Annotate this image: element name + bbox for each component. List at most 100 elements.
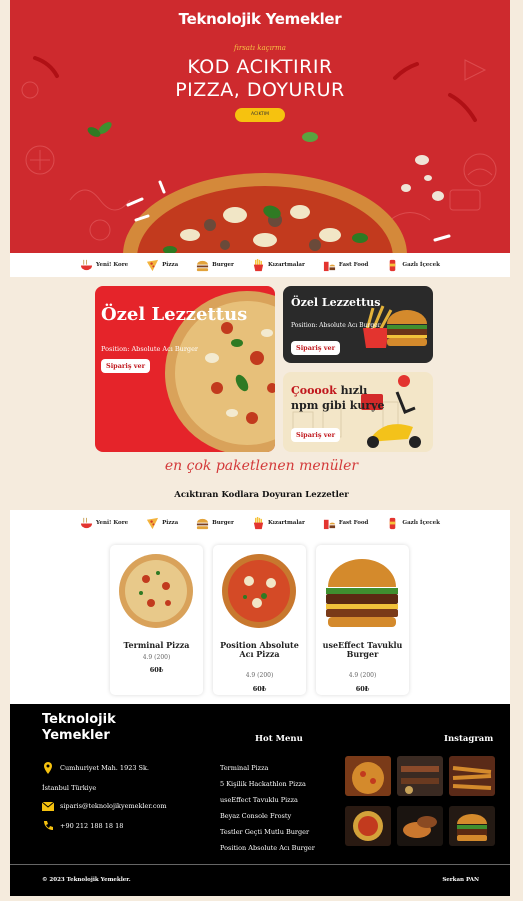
instagram-photo[interactable]: [345, 806, 391, 846]
category-label: Kızartmalar: [267, 262, 305, 268]
instagram-photo[interactable]: [449, 756, 495, 796]
soda-can-icon: [390, 517, 396, 529]
product-price: 60₺: [252, 685, 267, 693]
product-name: Terminal Pizza: [123, 640, 190, 650]
product-price: 60₺: [149, 666, 164, 674]
promo-dark-subtitle: Position: Absolute Acı Burger: [291, 322, 381, 329]
promo-card-courier: Çooook hızlı npm gibi kurye Sipariş ver: [283, 372, 433, 452]
instagram-photo[interactable]: [397, 806, 443, 846]
hero-banner: Teknolojik Yemekler fırsatı kaçırma KOD …: [10, 0, 510, 253]
category-label: Gazlı İçecek: [402, 520, 440, 526]
category-nav: Yeni! Kore Pizza Burger Kızartmalar Fast…: [10, 253, 510, 277]
footer-menu-heading: Hot Menu: [255, 734, 303, 744]
promo-dark-title: Özel Lezzettus: [291, 296, 381, 309]
footer-logo-line2: Yemekler: [42, 728, 110, 743]
fast-food-icon: [323, 519, 335, 529]
pizza-slice-icon: [147, 259, 159, 271]
product-card[interactable]: useEffect Tavuklu Burger 4.9 (200) 60₺: [316, 545, 409, 695]
promo-card-large: Özel Lezzettus Position: Absolute Acı Bu…: [95, 286, 275, 452]
category-filter-tabs: Yeni! Kore Pizza Burger Kızartmalar Fast…: [10, 510, 510, 536]
promo-courier-title-line2: npm gibi kurye: [291, 399, 385, 412]
footer-address-line2: İstanbul Türkiye: [42, 784, 97, 792]
section-script-title: en çok paketlenen menüler: [164, 458, 359, 474]
fries-icon: [253, 258, 264, 271]
product-image: [326, 559, 398, 627]
footer-email[interactable]: siparis@teknolojikyemekler.com: [42, 800, 167, 812]
ramen-bowl-icon: [80, 517, 93, 528]
footer-menu-item[interactable]: Beyaz Console Frosty: [220, 812, 291, 820]
footer-logo-line1: Teknolojik: [42, 712, 116, 727]
instagram-photo[interactable]: [449, 806, 495, 846]
email-icon: [42, 801, 54, 811]
footer-menu-item[interactable]: useEffect Tavuklu Pizza: [220, 796, 298, 804]
category-label: Yeni! Kore: [96, 262, 129, 268]
hero-headline-line2: PIZZA, DOYURUR: [175, 79, 345, 101]
phone-icon: [44, 821, 53, 830]
burger-icon: [197, 518, 209, 529]
fries-icon: [253, 516, 264, 529]
category-label: Gazlı İçecek: [402, 262, 440, 268]
category-label: Yeni! Kore: [96, 520, 129, 526]
product-card[interactable]: Position Absolute Acı Pizza 4.9 (200) 60…: [213, 545, 306, 695]
category-label: Pizza: [162, 262, 179, 268]
category-gazli-icecek[interactable]: Gazlı İçecek: [386, 517, 440, 530]
promo-dark-order-button[interactable]: Sipariş ver: [291, 341, 341, 355]
category-burger[interactable]: Burger: [196, 517, 234, 530]
hero-illustration: [21, 56, 497, 253]
category-burger[interactable]: Burger: [196, 259, 234, 272]
category-fast-food[interactable]: Fast Food: [323, 517, 369, 530]
promo-large-subtitle: Position: Absolute Acı Burger: [101, 345, 199, 353]
category-label: Fast Food: [338, 520, 369, 526]
section-subtitle: Acıktıran Kodlara Doyuran Lezzetler: [174, 490, 349, 500]
footer-menu-item[interactable]: Position Absolute Acı Burger: [220, 844, 315, 852]
footer-menu-item[interactable]: 5 Kişilik Hackathlon Pizza: [220, 780, 306, 788]
hero-logo: Teknolojik Yemekler: [178, 10, 342, 28]
instagram-photo[interactable]: [345, 756, 391, 796]
aciktim-button[interactable]: ACIKTIM: [235, 108, 285, 122]
category-yeni-kore[interactable]: Yeni! Kore: [80, 259, 128, 272]
site-footer: Teknolojik Yemekler Cumhuriyet Mah. 1923…: [10, 704, 510, 896]
footer-divider: [10, 864, 510, 865]
product-rating: 4.9 (200): [348, 672, 377, 679]
footer-email-text: siparis@teknolojikyemekler.com: [60, 802, 167, 810]
product-image: [222, 554, 296, 628]
promo-large-order-button[interactable]: Sipariş ver: [101, 359, 151, 373]
footer-copyright: © 2023 Teknolojik Yemekler.: [42, 877, 131, 883]
footer-phone[interactable]: +90 212 188 18 18: [42, 820, 123, 832]
footer-phone-text: +90 212 188 18 18: [60, 822, 124, 830]
promo-courier-title: Çooook hızlı: [291, 384, 367, 397]
product-card[interactable]: Terminal Pizza 4.9 (200) 60₺: [110, 545, 203, 695]
promo-courier-order-button[interactable]: Sipariş ver: [291, 428, 341, 442]
category-label: Burger: [212, 262, 234, 268]
category-yeni-kore[interactable]: Yeni! Kore: [80, 517, 128, 530]
category-gazli-icecek[interactable]: Gazlı İçecek: [386, 259, 440, 272]
product-name: Position Absolute Acı Pizza: [220, 640, 299, 659]
category-pizza[interactable]: Pizza: [146, 259, 178, 272]
category-label: Pizza: [162, 520, 179, 526]
category-label: Fast Food: [338, 262, 369, 268]
ramen-bowl-icon: [80, 259, 93, 270]
fast-food-icon: [323, 261, 335, 271]
footer-author: Serkan PAN: [442, 877, 479, 883]
footer-menu-item[interactable]: Terminal Pizza: [220, 764, 268, 772]
pizza-slice-icon: [147, 517, 159, 529]
product-rating: 4.9 (200): [245, 672, 274, 679]
product-rating: 4.9 (200): [142, 654, 171, 661]
instagram-photo[interactable]: [397, 756, 443, 796]
product-image: [119, 554, 193, 628]
promo-courier-title-red: Çooook: [291, 384, 337, 397]
hero-headline-line1: KOD ACIKTIRIR: [187, 56, 333, 78]
burger-icon: [197, 260, 209, 271]
category-fast-food[interactable]: Fast Food: [323, 259, 369, 272]
footer-menu-item[interactable]: Testler Geçti Mutlu Burger: [220, 828, 309, 836]
footer-logo: Teknolojik Yemekler: [42, 712, 116, 744]
category-kizartmalar[interactable]: Kızartmalar: [252, 516, 305, 530]
category-kizartmalar[interactable]: Kızartmalar: [252, 258, 305, 272]
footer-instagram-heading: Instagram: [444, 734, 494, 744]
promo-large-title: Özel Lezzettus: [101, 304, 248, 325]
category-pizza[interactable]: Pizza: [146, 517, 178, 530]
footer-address: Cumhuriyet Mah. 1923 Sk.: [42, 762, 149, 774]
category-label: Burger: [212, 520, 234, 526]
hero-tagline: fırsatı kaçırma: [234, 44, 286, 52]
soda-can-icon: [390, 259, 396, 271]
